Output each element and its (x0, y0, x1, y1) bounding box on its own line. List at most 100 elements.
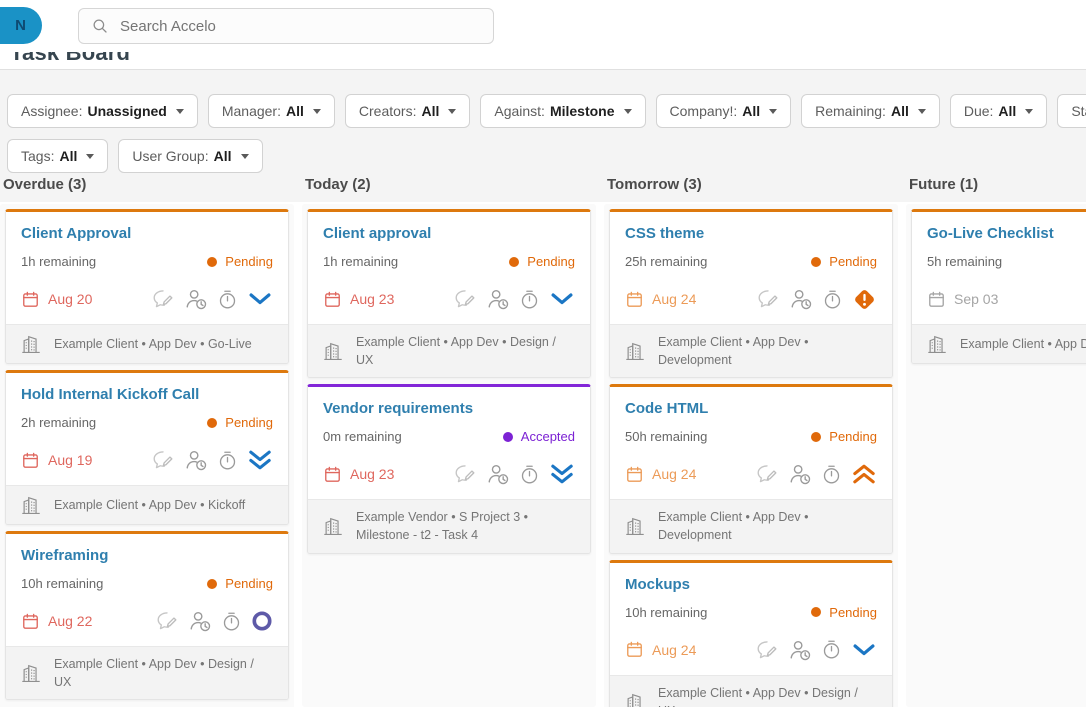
timer-icon[interactable] (217, 289, 238, 310)
task-title-link[interactable]: Mockups (625, 576, 877, 593)
status-label: Pending (829, 604, 877, 620)
filter-button[interactable]: Company!: All (655, 94, 792, 128)
search-icon (91, 17, 109, 35)
column-panel: Client Approval 1h remaining Pending Aug… (0, 204, 294, 707)
filter-label: Start: (1071, 103, 1086, 119)
comment-edit-icon[interactable] (151, 449, 175, 471)
task-card[interactable]: Vendor requirements 0m remaining Accepte… (307, 384, 591, 554)
filter-button[interactable]: Tags: All (7, 139, 109, 173)
comment-edit-icon[interactable] (453, 463, 477, 485)
task-context-label: Example Client • App Dev • Development (658, 335, 809, 368)
comment-edit-icon[interactable] (756, 288, 780, 310)
time-remaining: 50h remaining (625, 429, 708, 445)
filter-button[interactable]: Creators: All (344, 94, 471, 128)
task-card[interactable]: Go-Live Checklist 5h remaining Sep 03 Ex… (911, 209, 1086, 364)
task-actions (453, 287, 575, 311)
task-title-link[interactable]: Wireframing (21, 547, 273, 564)
task-meta-row: 0m remaining Accepted (323, 429, 575, 444)
task-title-link[interactable]: CSS theme (625, 225, 877, 242)
task-meta-row: 10h remaining Pending (625, 605, 877, 620)
comment-edit-icon[interactable] (755, 639, 779, 661)
timer-icon[interactable] (821, 464, 842, 485)
status-badge: Pending (811, 429, 877, 444)
assignee-time-icon[interactable] (788, 638, 812, 662)
search-box[interactable] (78, 8, 494, 44)
calendar-icon (21, 612, 40, 631)
filter-button[interactable]: Start: All (1057, 94, 1086, 128)
chevron-down-icon (240, 153, 249, 159)
assignee-time-icon[interactable] (788, 462, 812, 486)
due-date-label: Aug 22 (48, 613, 93, 629)
double-chevron-up-icon[interactable] (851, 463, 877, 485)
task-title-link[interactable]: Client approval (323, 225, 575, 242)
double-chevron-down-icon[interactable] (247, 449, 273, 471)
status-label: Pending (225, 415, 273, 430)
task-title-link[interactable]: Vendor requirements (323, 400, 575, 417)
assignee-time-icon[interactable] (184, 448, 208, 472)
task-card[interactable]: Client Approval 1h remaining Pending Aug… (5, 209, 289, 364)
task-context: Example Client • App Dev • Design / UX (308, 324, 590, 378)
filter-button[interactable]: User Group: All (118, 139, 263, 173)
due-date-label: Aug 23 (350, 466, 395, 483)
status-dot-icon (207, 256, 218, 267)
calendar-icon (323, 290, 342, 309)
task-context-label: Example Client • App Dev • Design / UX (356, 335, 556, 368)
comment-edit-icon[interactable] (151, 288, 175, 310)
task-actions (453, 462, 575, 486)
timer-icon[interactable] (519, 289, 540, 310)
task-title-link[interactable]: Client Approval (21, 225, 273, 242)
task-context-label: Example Client • App Dev • Kickoff (54, 497, 246, 512)
comment-edit-icon[interactable] (755, 463, 779, 485)
task-date-row: Sep 03 (927, 286, 1086, 312)
timer-icon[interactable] (519, 464, 540, 485)
task-date-row: Aug 24 (625, 461, 877, 487)
status-dot-icon (811, 431, 822, 442)
assignee-time-icon[interactable] (789, 287, 813, 311)
company-icon (926, 333, 948, 355)
timer-icon[interactable] (822, 289, 843, 310)
timer-icon[interactable] (217, 450, 238, 471)
task-title-link[interactable]: Hold Internal Kickoff Call (21, 386, 273, 403)
task-card[interactable]: Mockups 10h remaining Pending Aug 24 Exa… (609, 559, 893, 707)
assignee-time-icon[interactable] (486, 287, 510, 311)
task-meta-row: 1h remaining Pending (323, 254, 575, 269)
filter-button[interactable]: Assignee: Unassigned (7, 94, 198, 128)
chevron-down-icon[interactable] (549, 291, 575, 307)
chevron-down-icon[interactable] (247, 291, 273, 307)
filter-label: Remaining: (815, 103, 886, 119)
assignee-time-icon[interactable] (184, 287, 208, 311)
status-badge: Pending (509, 254, 575, 269)
task-card[interactable]: Wireframing 10h remaining Pending Aug 22… (5, 531, 289, 701)
task-context-label: Example Client • App Dev • Design / UX (658, 685, 858, 707)
task-actions (151, 287, 273, 311)
task-title-link[interactable]: Go-Live Checklist (927, 225, 1086, 242)
search-input[interactable] (118, 16, 481, 36)
task-card[interactable]: CSS theme 25h remaining Pending Aug 24 E… (609, 209, 893, 379)
comment-edit-icon[interactable] (155, 610, 179, 632)
due-date-label: Sep 03 (954, 291, 999, 307)
task-card[interactable]: Client approval 1h remaining Pending Aug… (307, 209, 591, 379)
filter-button[interactable]: Remaining: All (801, 94, 940, 128)
assignee-time-icon[interactable] (188, 609, 212, 633)
due-date: Aug 22 (21, 612, 92, 631)
assignee-time-icon[interactable] (486, 462, 510, 486)
due-date-label: Aug 19 (48, 452, 93, 468)
timer-icon[interactable] (221, 611, 242, 632)
chevron-down-icon[interactable] (851, 642, 877, 658)
task-card[interactable]: Code HTML 50h remaining Pending Aug 24 E… (609, 384, 893, 554)
double-chevron-down-icon[interactable] (549, 463, 575, 485)
task-context: Example Client • App Dev • Go-Live (6, 324, 288, 363)
brand-logo-icon[interactable]: N (0, 7, 42, 44)
alert-diamond-icon[interactable] (852, 287, 877, 312)
task-card-body: Client Approval 1h remaining Pending Aug… (6, 212, 288, 324)
filter-button[interactable]: Due: All (949, 94, 1048, 128)
timer-icon[interactable] (821, 639, 842, 660)
circle-outline-icon[interactable] (251, 610, 273, 632)
filter-button[interactable]: Against: Milestone (480, 94, 646, 128)
status-dot-icon (207, 417, 218, 428)
filter-button[interactable]: Manager: All (207, 94, 335, 128)
comment-edit-icon[interactable] (453, 288, 477, 310)
chevron-down-icon (86, 153, 95, 159)
task-card[interactable]: Hold Internal Kickoff Call 2h remaining … (5, 370, 289, 525)
task-title-link[interactable]: Code HTML (625, 400, 877, 417)
